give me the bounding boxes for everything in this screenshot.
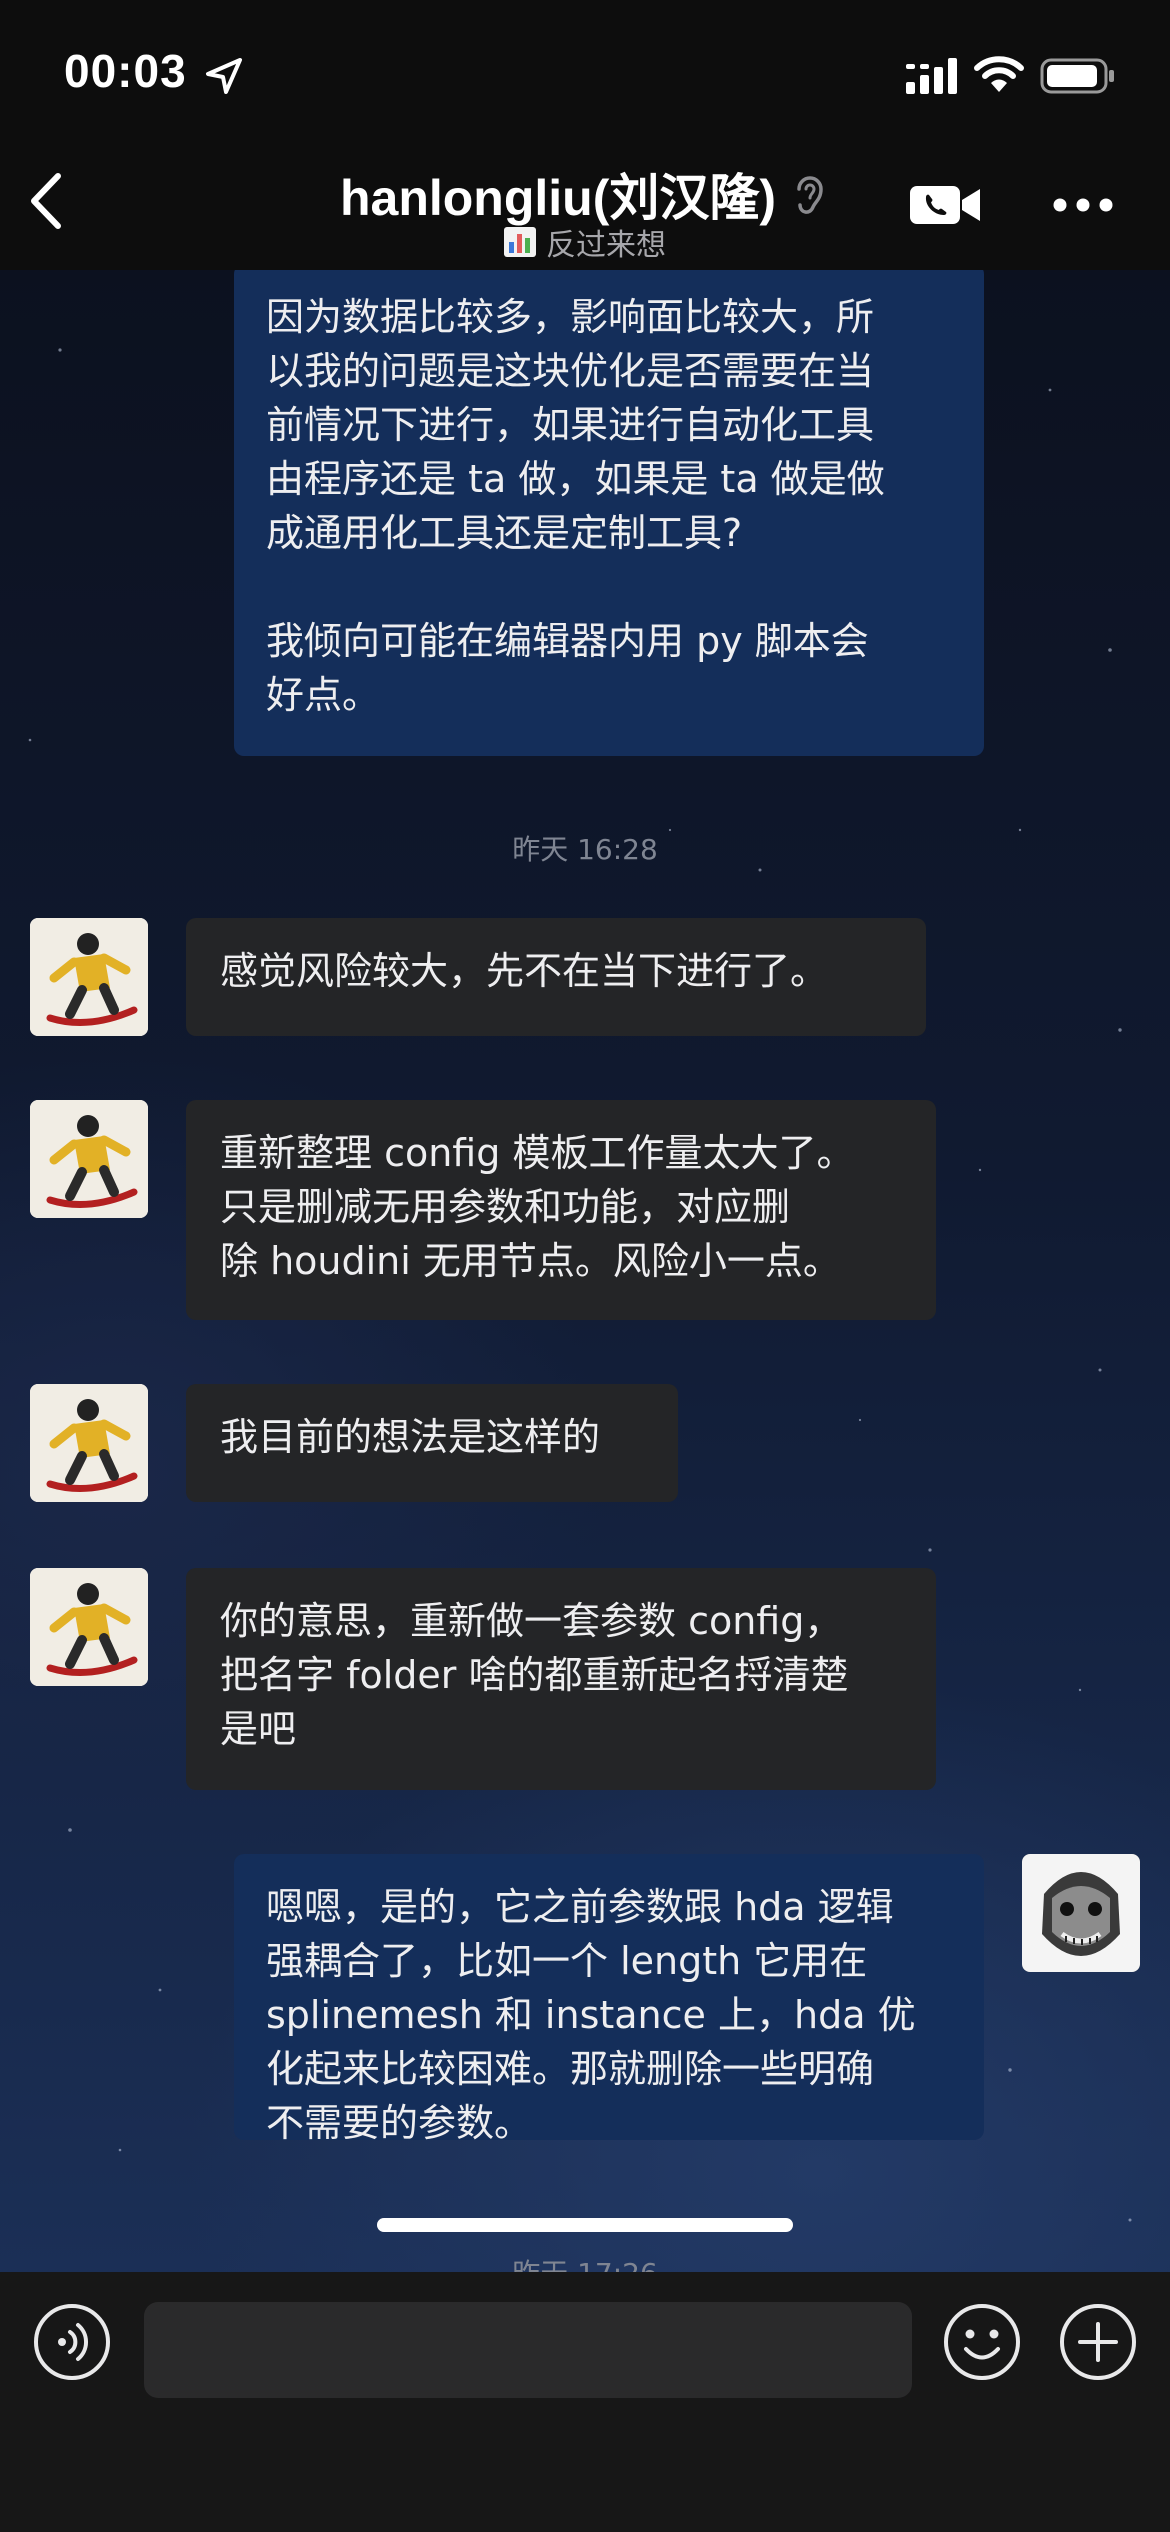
cellular-signal-icon (906, 58, 957, 94)
battery-icon (1040, 58, 1114, 94)
message-timestamp: 昨天 17:26 (0, 2252, 1170, 2272)
message-bubble-outgoing[interactable]: 因为数据比较多，影响面比较大，所 以我的问题是这块优化是否需要在当 前情况下进行… (234, 270, 984, 756)
snowboarder-avatar-icon (30, 1568, 148, 1686)
emoji-icon[interactable] (942, 2302, 1022, 2382)
status-text: 反过来想 (546, 228, 666, 263)
contact-avatar[interactable] (30, 1568, 148, 1686)
home-indicator[interactable] (377, 2218, 793, 2232)
more-dots-icon[interactable] (1052, 196, 1114, 214)
contact-status: 反过来想 (0, 220, 1170, 265)
status-bar: 00:03 (0, 0, 1170, 140)
zombie-face-avatar-icon (1022, 1854, 1140, 1972)
status-time: 00:03 (64, 45, 187, 97)
chat-header: hanlongliu(刘汉隆) 反过来想 (0, 140, 1170, 270)
message-timestamp: 昨天 16:28 (512, 833, 658, 866)
message-input[interactable] (144, 2302, 912, 2398)
add-icon[interactable] (1058, 2302, 1138, 2382)
contact-avatar[interactable] (30, 918, 148, 1036)
message-bubble-incoming[interactable]: 我目前的想法是这样的 (186, 1384, 678, 1502)
self-avatar[interactable] (1022, 1854, 1140, 1972)
snowboarder-avatar-icon (30, 1100, 148, 1218)
input-bar (0, 2272, 1170, 2532)
voice-icon[interactable] (32, 2302, 112, 2382)
snowboarder-avatar-icon (30, 918, 148, 1036)
message-list: 因为数据比较多，影响面比较大，所 以我的问题是这块优化是否需要在当 前情况下进行… (0, 270, 1170, 2272)
location-arrow-icon (206, 58, 242, 94)
video-call-icon[interactable] (908, 180, 984, 230)
ear-icon (797, 176, 823, 214)
message-bubble-incoming[interactable]: 感觉风险较大，先不在当下进行了。 (186, 918, 926, 1036)
message-bubble-incoming[interactable]: 重新整理 config 模板工作量太大了。 只是删减无用参数和功能，对应删 除 … (186, 1100, 936, 1320)
wifi-icon (974, 56, 1024, 92)
snowboarder-avatar-icon (30, 1384, 148, 1502)
bar-chart-status-icon (504, 227, 536, 257)
message-bubble-outgoing[interactable]: 嗯嗯，是的，它之前参数跟 hda 逻辑 强耦合了，比如一个 length 它用在… (234, 1854, 984, 2145)
contact-avatar[interactable] (30, 1100, 148, 1218)
message-bubble-incoming[interactable]: 你的意思，重新做一套参数 config， 把名字 folder 啥的都重新起名捋… (186, 1568, 936, 1790)
contact-avatar[interactable] (30, 1384, 148, 1502)
